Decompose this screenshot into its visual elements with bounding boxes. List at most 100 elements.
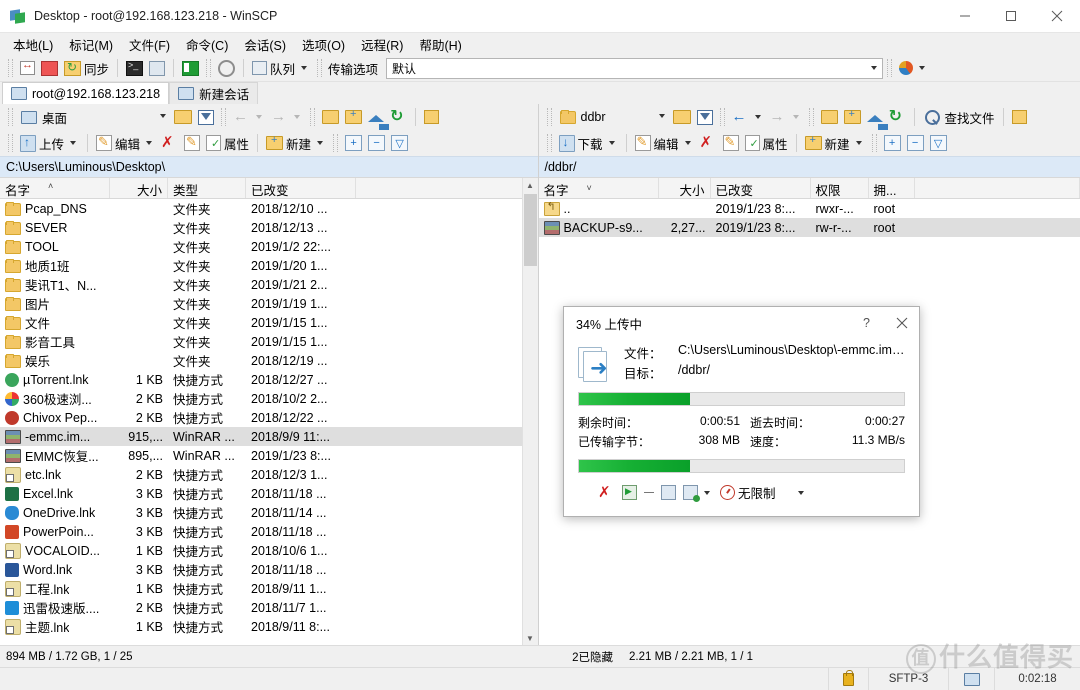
menu-commands[interactable]: 命令(C) <box>179 32 235 57</box>
maximize-button[interactable] <box>988 0 1034 32</box>
table-row[interactable]: Pcap_DNS 文件夹 2018/12/10 ... <box>0 199 538 218</box>
minimize-button[interactable] <box>942 0 988 32</box>
skip-file-button[interactable] <box>622 485 637 500</box>
local-edit-button[interactable]: 编辑 <box>93 131 158 155</box>
local-open-directory-button[interactable] <box>171 105 195 129</box>
table-row[interactable]: 地质1班 文件夹 2019/1/20 1... <box>0 256 538 275</box>
remote-refresh-button[interactable]: ↻ <box>886 105 909 129</box>
remote-edit-button[interactable]: 编辑 <box>632 131 697 155</box>
remote-select-button[interactable]: + <box>881 131 904 155</box>
upload-progress-dialog[interactable]: 34% 上传中 ? ➜ 文件： C:\Users\Luminous\Deskto… <box>563 306 920 517</box>
keep-remote-up-to-date-button[interactable] <box>179 56 202 80</box>
local-col-size[interactable]: 大小 <box>110 178 168 198</box>
local-file-list[interactable]: 名字 ˄ 大小 类型 已改变 Pcap_DNS 文件夹 2018/12/10 ...… <box>0 177 538 646</box>
remote-directory-combo[interactable]: ddbr <box>556 107 670 127</box>
preferences-button[interactable] <box>215 56 238 80</box>
remote-col-permissions[interactable]: 权限 <box>811 178 869 198</box>
table-row[interactable]: BACKUP-s9... 2,27... 2019/1/23 8:... rw-r-.… <box>538 218 1080 237</box>
local-delete-button[interactable]: ✗ <box>158 131 181 155</box>
close-button[interactable] <box>1034 0 1080 32</box>
remote-path-bar[interactable]: /ddbr/ <box>538 156 1080 177</box>
local-invert-selection-button[interactable]: ▽ <box>388 131 411 155</box>
local-select-button[interactable]: + <box>342 131 365 155</box>
menu-mark[interactable]: 标记(M) <box>62 32 120 57</box>
table-row[interactable]: Word.lnk 3 KB 快捷方式 2018/11/18 ... <box>0 560 538 579</box>
table-row[interactable]: TOOL 文件夹 2019/1/2 22:... <box>0 237 538 256</box>
scroll-down-arrow-icon[interactable]: ▼ <box>523 631 538 646</box>
table-row[interactable]: .. 2019/1/23 8:... rwxr-... root <box>539 199 1080 218</box>
table-row[interactable]: SEVER 文件夹 2018/12/13 ... <box>0 218 538 237</box>
upload-button[interactable]: 上传 <box>17 131 82 155</box>
queue-button[interactable]: 队列 <box>249 56 313 80</box>
dialog-close-button[interactable] <box>884 307 919 339</box>
local-col-name[interactable]: 名字 ˄ <box>0 178 110 198</box>
remote-open-directory-button[interactable] <box>670 105 694 129</box>
menu-session[interactable]: 会话(S) <box>237 32 293 57</box>
local-vertical-scrollbar[interactable]: ▲ ▼ <box>521 178 538 646</box>
local-bookmarks-button[interactable] <box>421 105 442 129</box>
local-back-button[interactable]: ← <box>230 105 268 129</box>
remote-col-changed[interactable]: 已改变 <box>711 178 811 198</box>
remote-forward-button[interactable]: → <box>767 105 805 129</box>
cancel-transfer-button[interactable]: ✗ <box>598 485 615 501</box>
speed-limit-button[interactable]: 无限制 <box>720 483 776 502</box>
table-row[interactable]: VOCALOID... 1 KB 快捷方式 2018/10/6 1... <box>0 541 538 560</box>
remote-col-owner[interactable]: 拥... <box>869 178 915 198</box>
local-forward-button[interactable]: → <box>268 105 306 129</box>
session-color-button[interactable] <box>896 56 931 80</box>
table-row[interactable]: OneDrive.lnk 3 KB 快捷方式 2018/11/14 ... <box>0 503 538 522</box>
open-putty-button[interactable] <box>146 56 168 80</box>
remote-root-directory-button[interactable] <box>841 105 864 129</box>
transfer-preset-combo[interactable]: 默认 <box>386 57 884 79</box>
remote-rename-button[interactable] <box>720 131 742 155</box>
table-row[interactable]: 娱乐 文件夹 2018/12/19 ... <box>0 351 538 370</box>
local-root-directory-button[interactable] <box>342 105 365 129</box>
local-rename-button[interactable] <box>181 131 203 155</box>
table-row[interactable]: 主题.lnk 1 KB 快捷方式 2018/9/11 8:... <box>0 617 538 636</box>
remote-back-button[interactable]: ← <box>729 105 767 129</box>
scroll-up-arrow-icon[interactable]: ▲ <box>523 178 538 193</box>
menu-help[interactable]: 帮助(H) <box>412 32 468 57</box>
local-unselect-button[interactable]: − <box>365 131 388 155</box>
remote-col-name[interactable]: 名字 ˅ <box>539 178 659 198</box>
local-refresh-button[interactable]: ↻ <box>387 105 410 129</box>
local-home-directory-button[interactable] <box>365 105 389 130</box>
minimize-transfer-button[interactable] <box>644 491 654 494</box>
table-row[interactable]: Chivox Pep... 2 KB 快捷方式 2018/12/22 ... <box>0 408 538 427</box>
remote-filter-button[interactable] <box>694 105 716 129</box>
local-properties-button[interactable]: 属性 <box>203 131 252 155</box>
toggle-panels-button[interactable] <box>17 56 38 80</box>
new-session-tab[interactable]: 新建会话 <box>169 82 259 104</box>
synchronize-browsing-button[interactable] <box>38 56 61 80</box>
remote-bookmarks-button[interactable] <box>1009 105 1030 129</box>
table-row[interactable]: etc.lnk 2 KB 快捷方式 2018/12/3 1... <box>0 465 538 484</box>
remote-col-size[interactable]: 大小 <box>659 178 711 198</box>
speed-limit-dropdown[interactable] <box>795 490 807 495</box>
find-files-button[interactable]: 查找文件 <box>920 105 998 129</box>
remote-delete-button[interactable]: ✗ <box>697 131 720 155</box>
local-filter-button[interactable] <box>195 105 217 129</box>
table-row[interactable]: PowerPoin... 3 KB 快捷方式 2018/11/18 ... <box>0 522 538 541</box>
table-row[interactable]: EMMC恢复... 895,... WinRAR ... 2019/1/23 8:..… <box>0 446 538 465</box>
transfer-preset-caret[interactable] <box>866 58 883 78</box>
transfer-settings-button[interactable] <box>661 485 676 500</box>
open-terminal-button[interactable] <box>123 56 146 80</box>
queue-action-button[interactable] <box>683 485 713 502</box>
synchronize-button[interactable]: 同步 <box>61 56 112 80</box>
session-tab-active[interactable]: root@192.168.123.218 <box>2 82 170 104</box>
menu-local[interactable]: 本地(L) <box>6 32 60 57</box>
table-row[interactable]: 迅雷极速版.... 2 KB 快捷方式 2018/11/7 1... <box>0 598 538 617</box>
menu-remote[interactable]: 远程(R) <box>354 32 410 57</box>
menu-files[interactable]: 文件(F) <box>122 32 177 57</box>
table-row[interactable]: 工程.lnk 1 KB 快捷方式 2018/9/11 1... <box>0 579 538 598</box>
local-path-bar[interactable]: C:\Users\Luminous\Desktop\ <box>0 156 538 177</box>
local-drive-combo[interactable]: 桌面 <box>17 107 171 127</box>
remote-properties-button[interactable]: 属性 <box>742 131 791 155</box>
local-col-type[interactable]: 类型 <box>168 178 246 198</box>
remote-parent-directory-button[interactable] <box>818 105 841 129</box>
local-parent-directory-button[interactable] <box>319 105 342 129</box>
remote-invert-selection-button[interactable]: ▽ <box>927 131 950 155</box>
table-row[interactable]: 影音工具 文件夹 2019/1/15 1... <box>0 332 538 351</box>
remote-new-button[interactable]: 新建 <box>802 131 868 155</box>
table-row[interactable]: -emmc.im... 915,... WinRAR ... 2018/9/9 11:… <box>0 427 538 446</box>
